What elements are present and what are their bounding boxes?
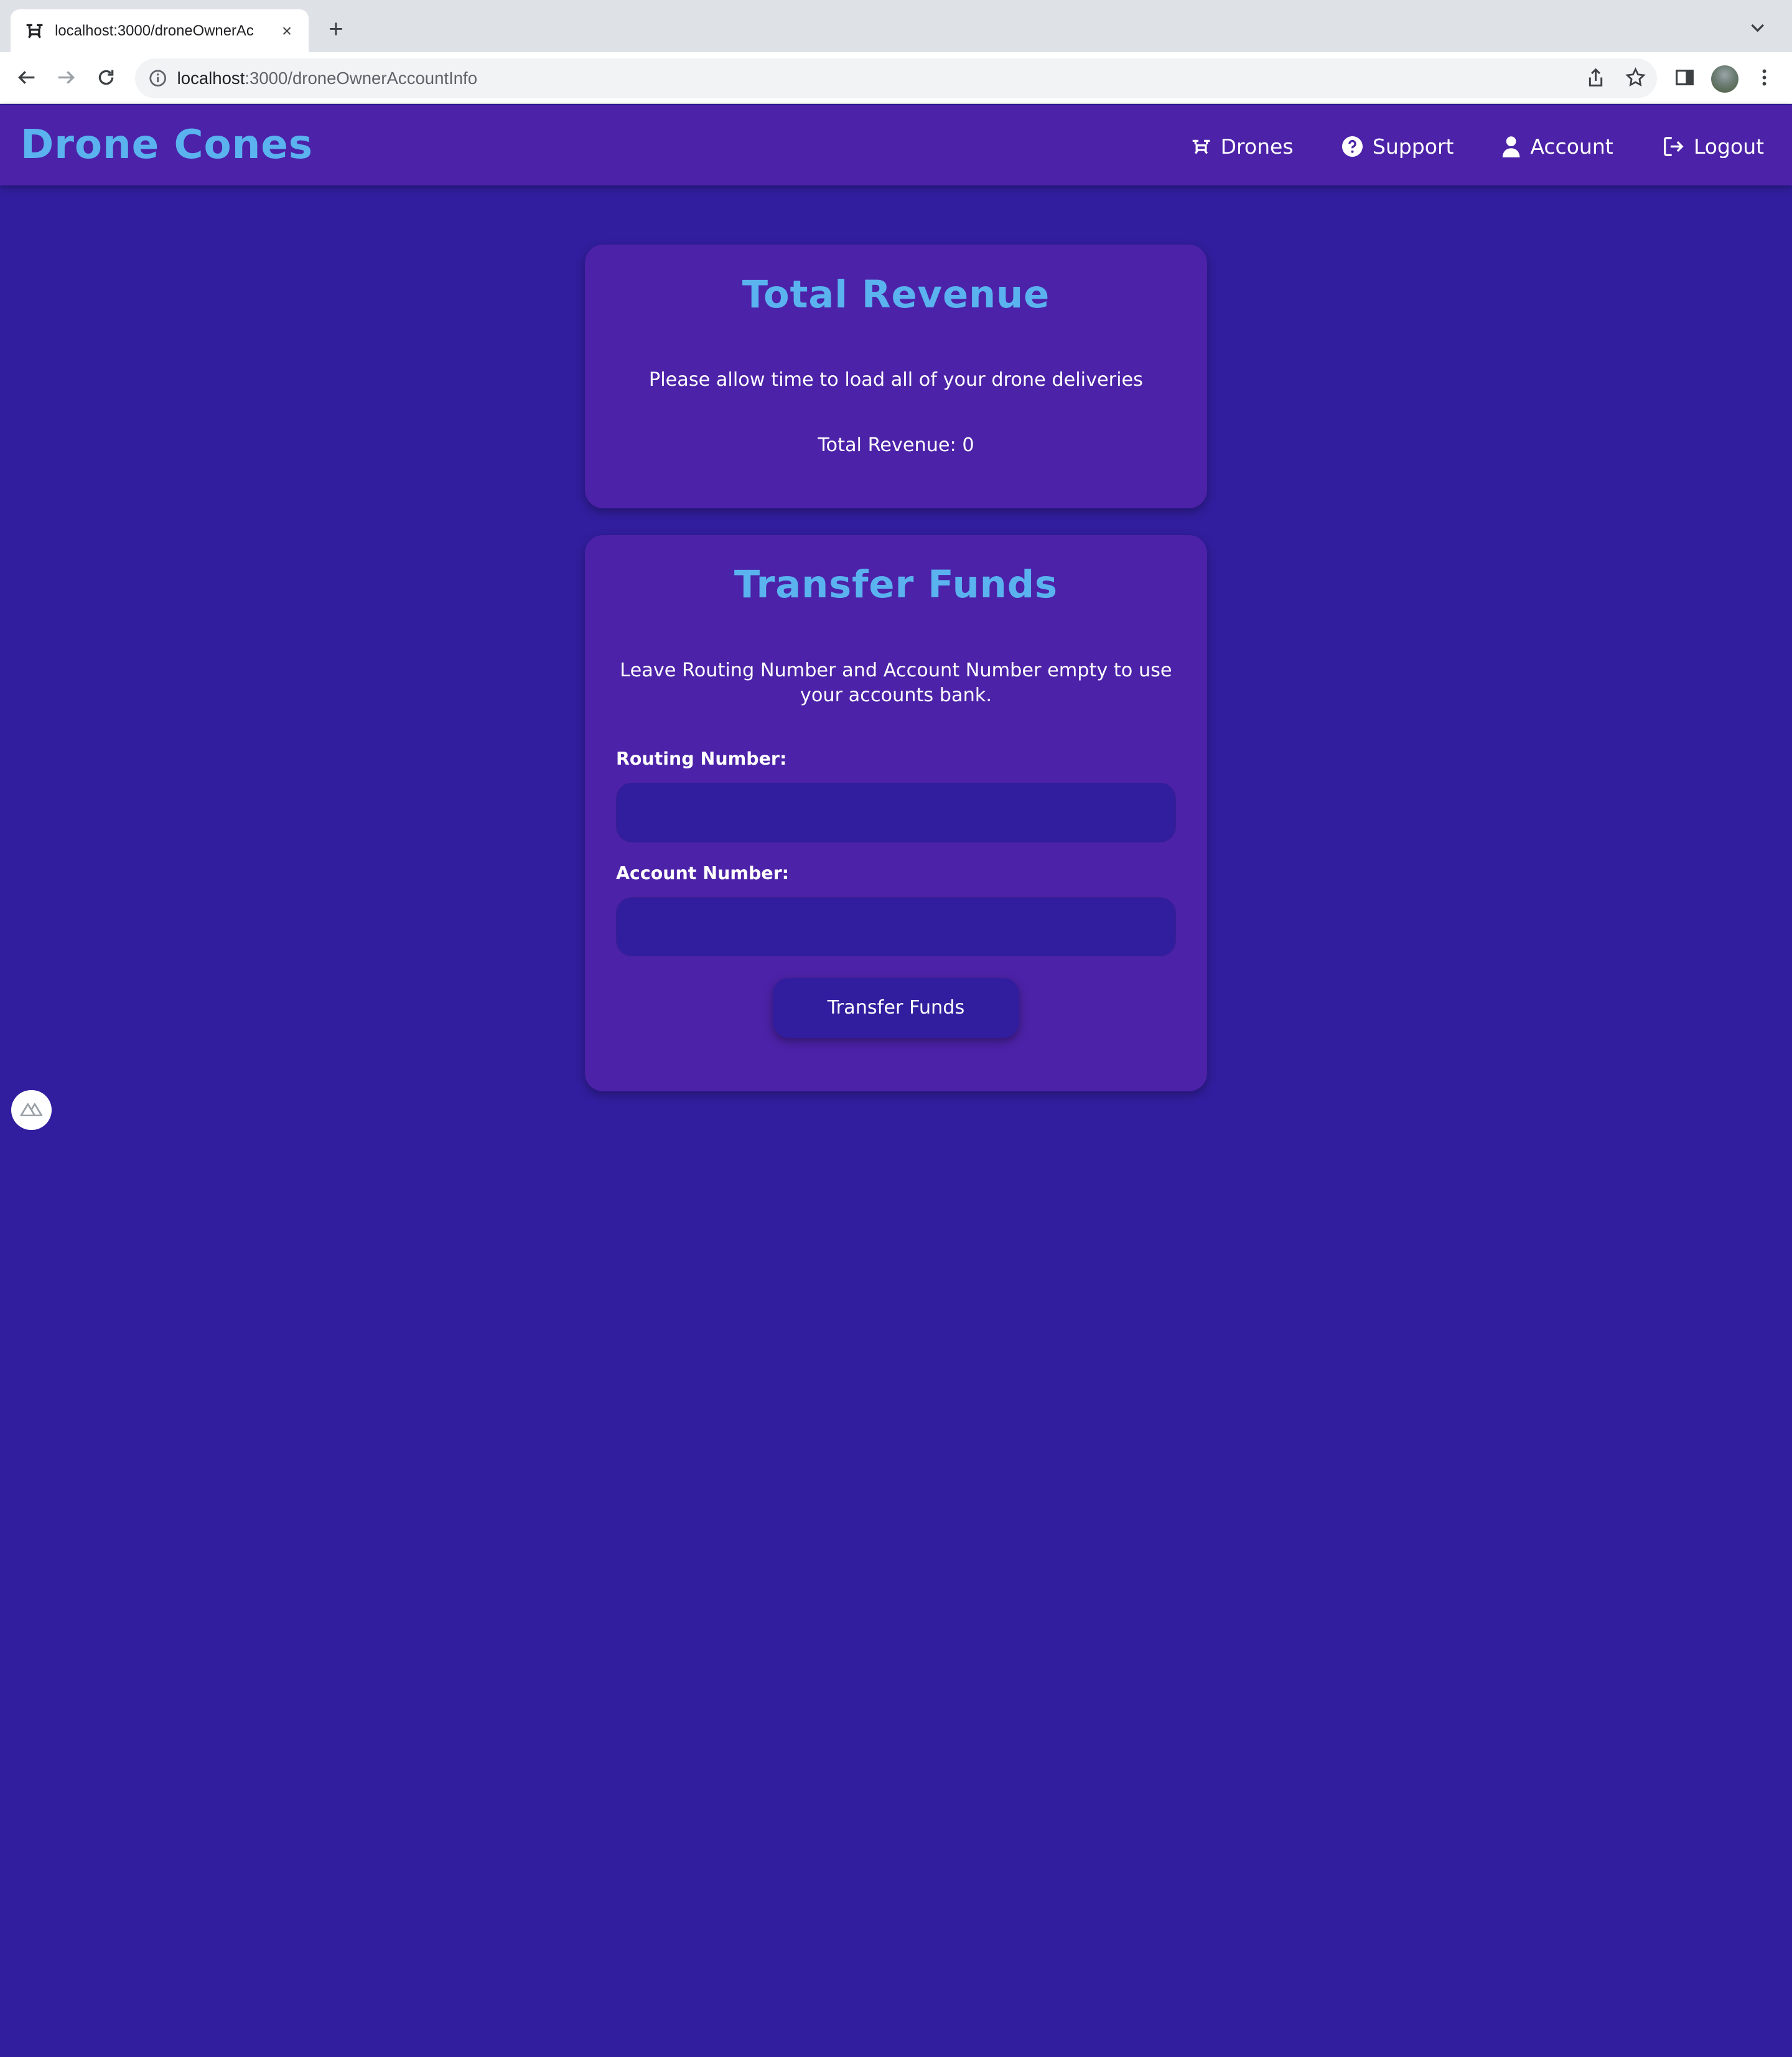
- logout-icon: [1664, 136, 1684, 156]
- nav-item-label: Drones: [1220, 134, 1294, 159]
- transfer-funds-card: Transfer Funds Leave Routing Number and …: [585, 534, 1207, 1092]
- back-arrow-icon[interactable]: [12, 64, 40, 91]
- transfer-notice: Leave Routing Number and Account Number …: [620, 659, 1172, 707]
- site-info-icon[interactable]: [149, 69, 167, 87]
- revenue-loading-notice: Please allow time to load all of your dr…: [648, 369, 1143, 391]
- nav-item-drones[interactable]: Drones: [1191, 133, 1294, 160]
- tab-close-icon[interactable]: ×: [276, 21, 297, 41]
- nav-item-logout[interactable]: Logout: [1663, 133, 1764, 160]
- nuxt-logo-icon: [20, 1103, 43, 1116]
- account-number-input[interactable]: [615, 897, 1176, 957]
- nav-item-account[interactable]: Account: [1501, 133, 1613, 160]
- help-circle-icon: [1342, 136, 1363, 157]
- nav-item-support[interactable]: Support: [1342, 133, 1454, 160]
- drone-icon: [1192, 139, 1210, 154]
- routing-number-label: Routing Number:: [615, 749, 787, 770]
- new-tab-button[interactable]: +: [322, 16, 350, 44]
- drone-favicon-icon: [24, 21, 45, 41]
- nav-item-label: Logout: [1693, 134, 1765, 159]
- app-navbar: Drone Cones Drones Support Account Logou…: [0, 105, 1792, 185]
- routing-number-input[interactable]: [615, 783, 1176, 842]
- side-panel-icon[interactable]: [1671, 64, 1698, 91]
- url-host: localhost: [177, 68, 245, 88]
- browser-menu-icon[interactable]: [1751, 64, 1778, 91]
- profile-avatar[interactable]: [1710, 65, 1738, 93]
- tab-search-chevron-icon[interactable]: [1748, 18, 1766, 36]
- total-revenue-value: Total Revenue: 0: [818, 434, 974, 457]
- user-icon: [1503, 136, 1520, 157]
- reload-icon[interactable]: [93, 64, 120, 91]
- transfer-funds-button[interactable]: Transfer Funds: [772, 978, 1020, 1038]
- url-path: :3000/droneOwnerAccountInfo: [245, 68, 478, 88]
- nuxt-devtools-badge[interactable]: [11, 1090, 52, 1131]
- browser-tab-strip: localhost:3000/droneOwnerAc × +: [0, 0, 1792, 53]
- tab-title: localhost:3000/droneOwnerAc: [55, 22, 254, 39]
- brand-logo[interactable]: Drone Cones: [21, 121, 313, 168]
- transfer-card-title: Transfer Funds: [734, 563, 1058, 607]
- address-bar[interactable]: localhost:3000/droneOwnerAccountInfo: [134, 58, 1658, 98]
- revenue-card-title: Total Revenue: [742, 273, 1050, 317]
- browser-toolbar: localhost:3000/droneOwnerAccountInfo: [0, 52, 1792, 105]
- nav-item-label: Support: [1372, 134, 1454, 159]
- browser-tab[interactable]: localhost:3000/droneOwnerAc ×: [10, 9, 309, 53]
- nav-item-label: Account: [1530, 134, 1613, 159]
- bookmark-star-icon[interactable]: [1622, 64, 1649, 91]
- account-number-label: Account Number:: [615, 862, 790, 884]
- revenue-card: Total Revenue Please allow time to load …: [585, 245, 1207, 509]
- share-icon[interactable]: [1582, 64, 1609, 91]
- forward-arrow-icon[interactable]: [52, 64, 80, 91]
